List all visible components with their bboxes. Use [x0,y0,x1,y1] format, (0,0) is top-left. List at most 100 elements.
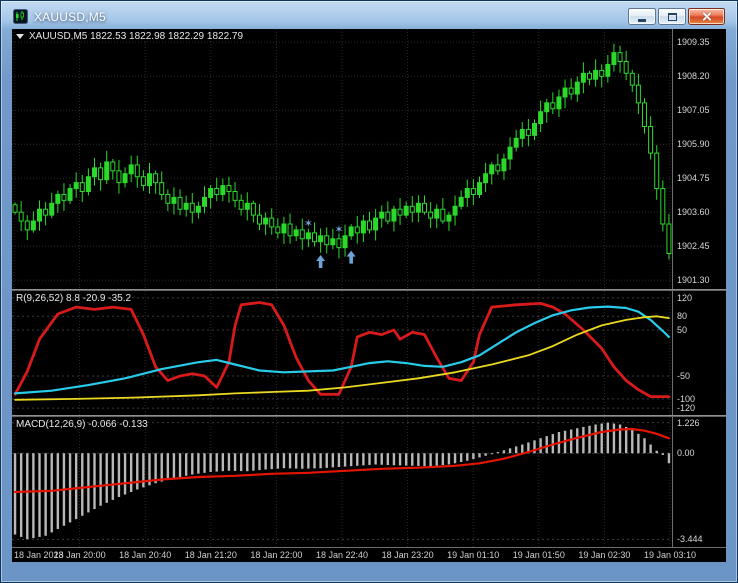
star-marker: ✶ [334,224,343,236]
macd-histogram-bar [643,438,646,454]
candle-body [422,202,427,213]
candle-body [238,199,244,210]
scale-tick-label: 0.00 [677,448,695,459]
candle-body [452,205,458,216]
main-chart-panel: XAUUSD,M5 1822.53 1822.98 1822.29 1822.7… [12,29,672,289]
candle-body [134,164,140,178]
candle-body [593,69,599,80]
candle-body [642,102,647,128]
macd-histogram-bar [258,453,261,471]
candle-body [440,208,446,222]
candle-body [544,102,550,113]
candle-body [470,188,476,195]
maximize-icon [667,12,677,21]
macd-histogram-bar [44,453,47,536]
candle-body [104,161,110,181]
scale-tick-label: 1.226 [677,417,700,428]
macd-histogram-bar [386,453,390,465]
macd-histogram-bar [441,453,445,466]
candle-body [257,214,262,225]
titlebar[interactable]: XAUUSD,M5 [12,4,726,29]
main-chart[interactable]: ✶ ✶ [12,29,672,289]
macd-histogram-bar [478,453,481,458]
buy-arrow-marker [346,250,356,264]
main-price-scale[interactable]: 1909.35 1908.20 1907.05 1905.90 1904.75 1903.… [672,29,726,289]
candle-body [507,146,513,160]
indicator1-chart[interactable] [12,291,672,415]
candle-body [18,211,24,222]
scale-tick-label: 1903.60 [677,207,710,218]
macd-histogram-bar [136,453,139,490]
indicator1-value-scale[interactable]: 120 80 50 -50 -100 -120 [672,291,726,415]
scale-tick-label: -120 [677,403,696,414]
macd-histogram-bar [600,423,603,454]
candle-body [568,87,574,95]
macd-histogram-bar [649,444,652,454]
close-icon [701,11,712,22]
macd-histogram-bar [325,453,328,468]
macd-histogram-bar [276,453,280,469]
ohlc-label: XAUUSD,M5 1822.53 1822.98 1822.29 1822.7… [29,31,244,42]
candle-body [623,61,629,74]
macd-histogram-bar [160,453,163,482]
macd-histogram-bar [307,453,310,469]
macd-histogram-bar [417,453,420,466]
macd-histogram-bar [209,453,212,472]
candle-body [79,182,85,193]
macd-histogram-bar [172,453,176,479]
macd-histogram-bar [392,453,396,466]
candle-body [617,52,623,62]
main-chart-label: XAUUSD,M5 1822.53 1822.98 1822.29 1822.7… [16,31,243,42]
macd-chart[interactable] [12,417,672,547]
candle-body [214,188,220,195]
macd-histogram-bar [368,453,371,465]
scale-tick-label: 1907.05 [677,105,710,116]
macd-histogram-bar [637,433,640,454]
macd-histogram-bar [514,446,518,454]
candle-body [24,220,30,231]
macd-histogram-bar [331,453,335,468]
candle-body [153,173,159,184]
macd-histogram-bar [319,453,322,469]
indicator-line-yellow [14,315,670,401]
time-axis[interactable]: 18 Jan 2023 18 Jan 20:00 18 Jan 20:40 18 Ja… [12,547,726,562]
scale-tick-label: 1902.45 [677,241,710,252]
macd-histogram-bar [74,453,78,520]
minimize-icon [638,18,646,22]
candle-body [489,164,495,175]
candle-body [67,188,73,201]
time-tick-label: 18 Jan 20:00 [53,550,106,560]
candle-body [183,202,189,210]
candle-body [37,208,42,222]
close-button[interactable] [688,8,725,25]
macd-histogram-bar [337,453,341,467]
candle-body [208,188,214,198]
time-tick-label: 19 Jan 02:30 [578,550,631,560]
candle-body [244,202,250,210]
macd-histogram-bar [19,453,23,537]
macd-histogram-bar [93,453,96,510]
macd-histogram-bar [631,429,634,454]
macd-value-scale[interactable]: 1.226 0.00 -3.444 [672,417,726,547]
candle-body [409,205,415,213]
candle-body [532,123,537,136]
candle-body [202,196,207,207]
candle-body [128,164,134,175]
macd-histogram-bar [380,453,383,465]
macd-histogram-bar [545,436,548,454]
candle-body [318,235,324,243]
symbol-dropdown-icon[interactable] [16,34,24,39]
macd-histogram-bar [129,453,133,492]
scale-tick-label: 1905.90 [677,139,710,150]
scale-tick-label: 1901.30 [677,275,710,286]
macd-histogram-bar [490,453,493,455]
scale-tick-label: -50 [677,370,691,381]
candle-body [49,202,55,216]
macd-histogram-bar [184,453,188,476]
macd-histogram-bar [606,422,610,454]
minimize-button[interactable] [628,8,656,25]
candle-body [629,72,635,86]
maximize-button[interactable] [658,8,686,25]
candle-body [550,102,556,110]
macd-histogram-bar [294,453,298,469]
